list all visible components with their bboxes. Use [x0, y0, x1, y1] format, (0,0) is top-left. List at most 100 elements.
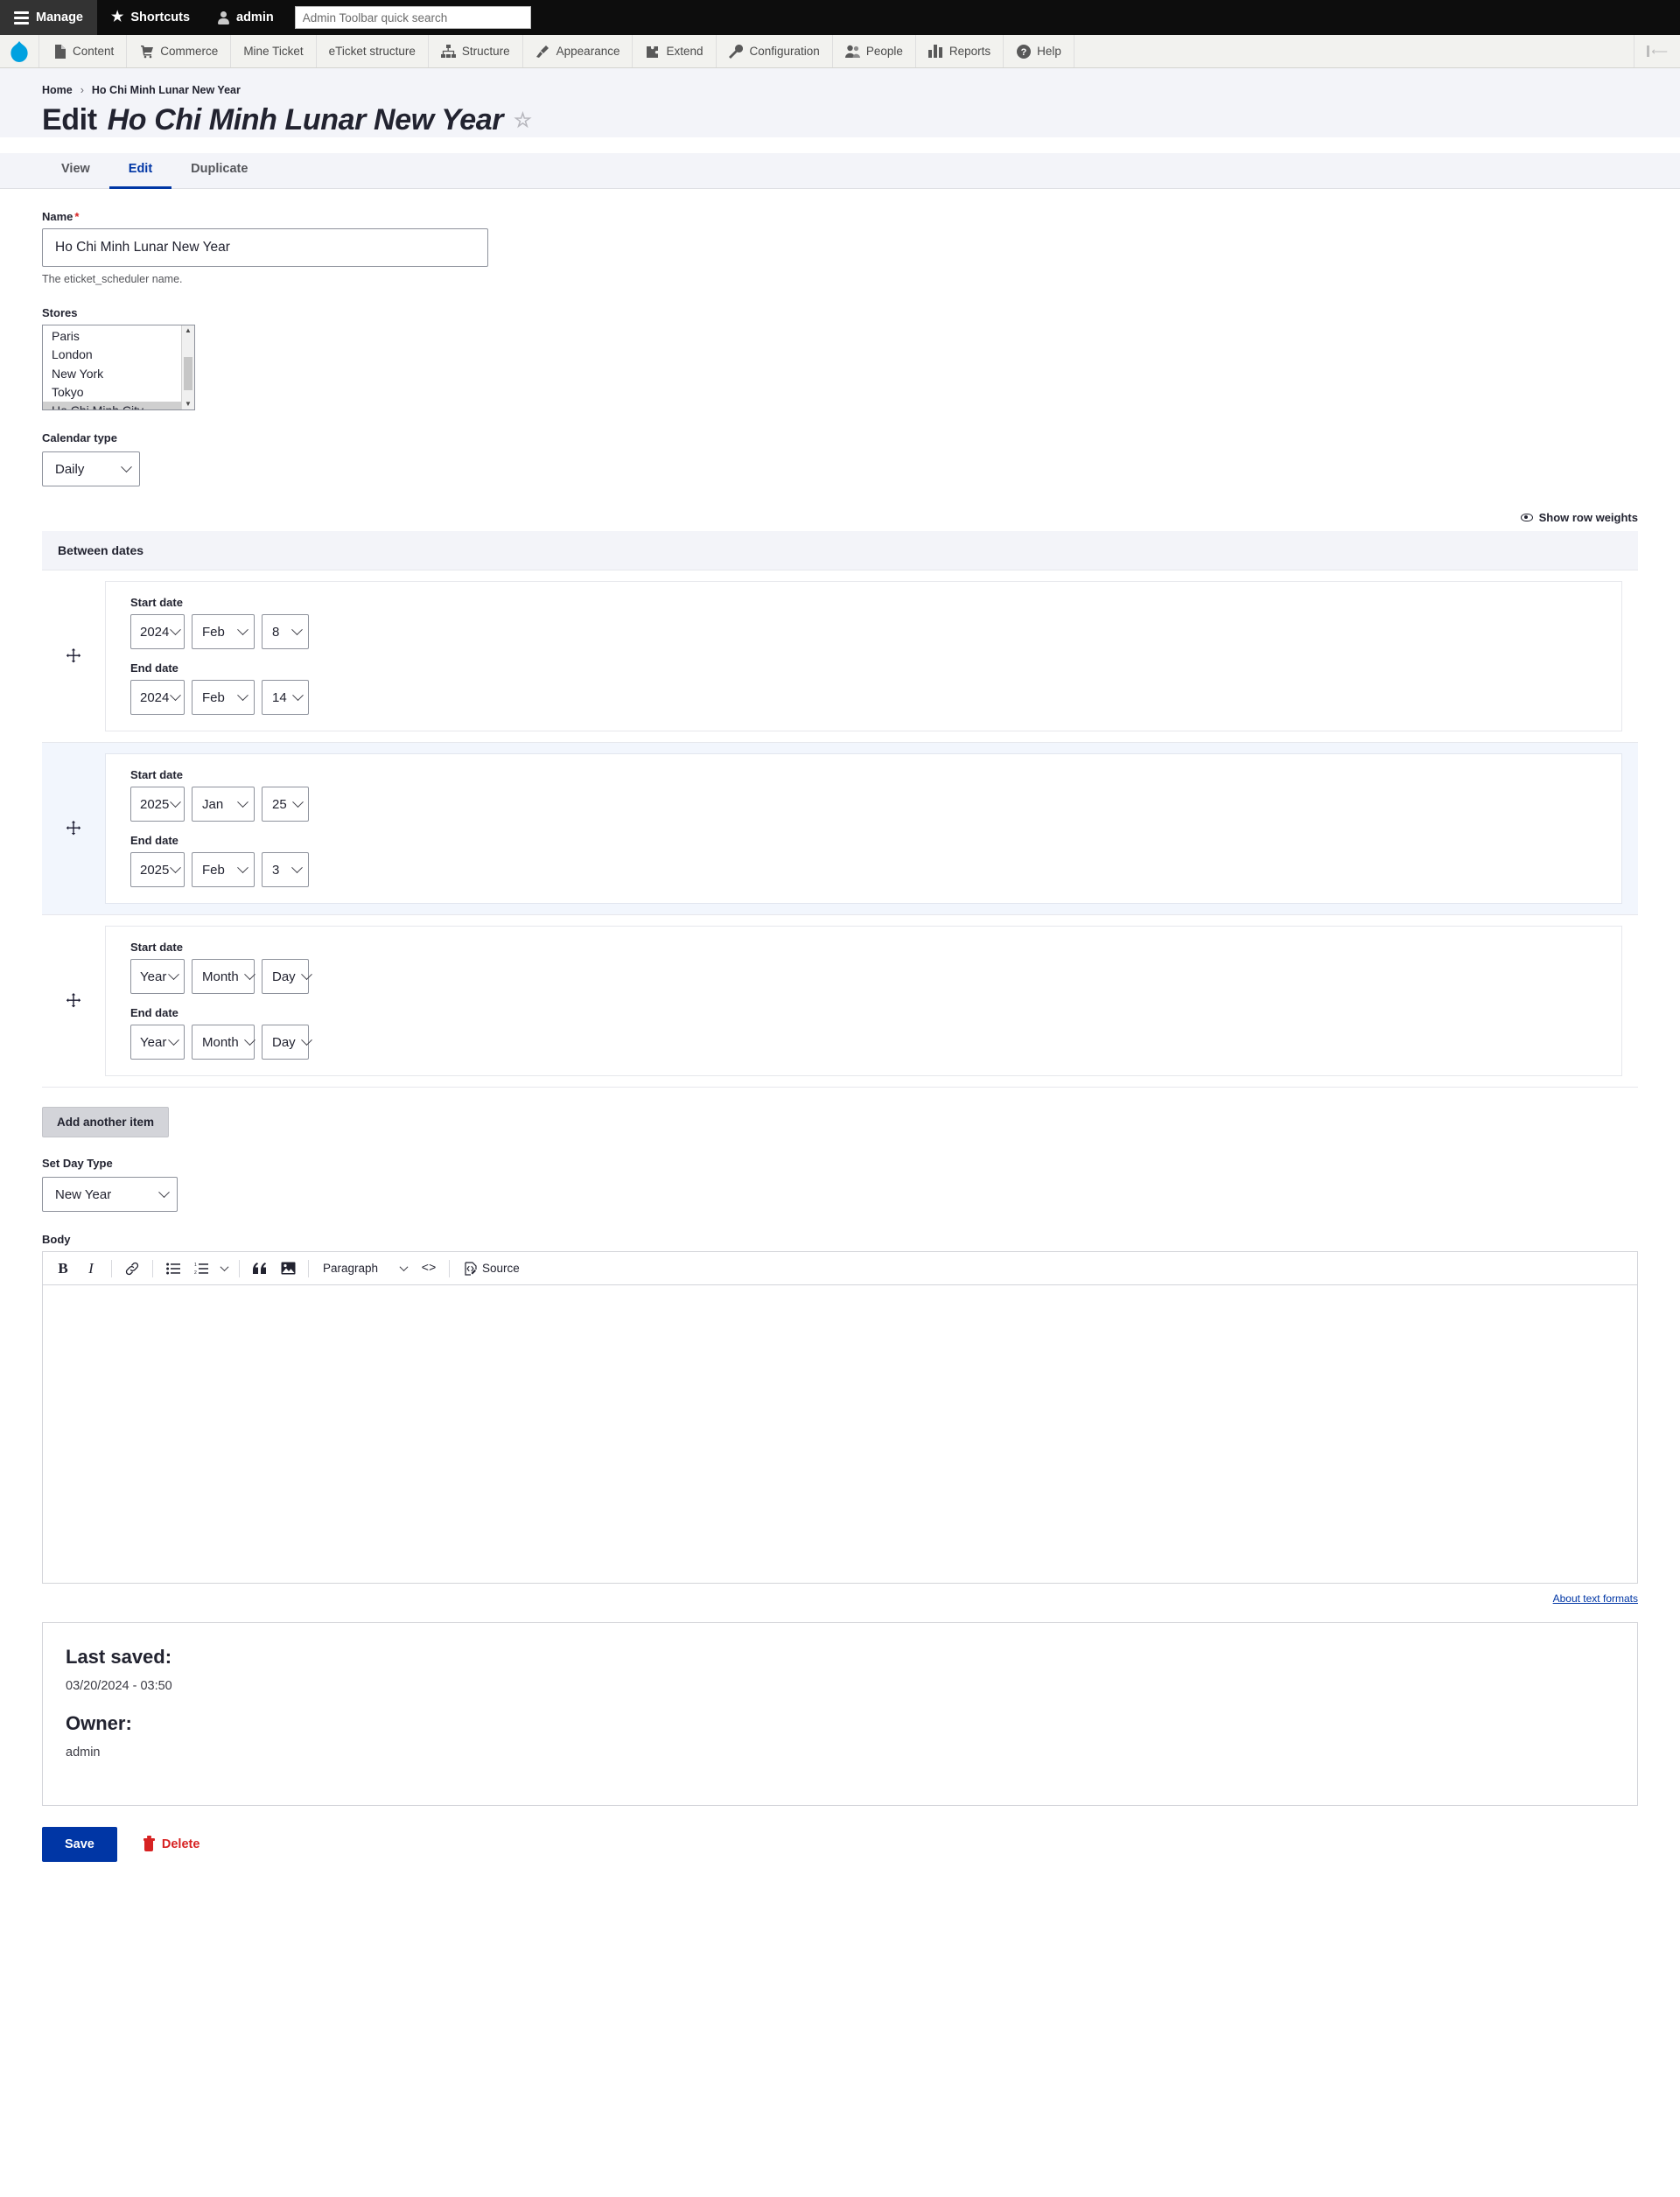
toolbar-divider — [449, 1259, 450, 1277]
end-date-group: 2025 Feb 3 — [130, 852, 1621, 887]
scroll-down-icon[interactable]: ▼ — [185, 399, 192, 409]
drupal-logo-link[interactable] — [0, 35, 39, 67]
breadcrumb-home-link[interactable]: Home — [42, 84, 73, 96]
list-options-chevron-down-icon[interactable] — [216, 1256, 232, 1281]
menu-item-structure[interactable]: Structure — [429, 35, 523, 67]
code-icon[interactable]: <> — [416, 1256, 442, 1281]
menu-item-mine-ticket[interactable]: Mine Ticket — [231, 35, 317, 67]
start-day-select[interactable]: 25 — [262, 787, 309, 822]
start-month-select[interactable]: Feb — [192, 614, 255, 649]
start-month-select[interactable]: Month — [192, 959, 256, 994]
drag-handle-icon[interactable] — [65, 992, 82, 1010]
table-row: Start date 2025 Jan 25 End date 2025 Feb… — [42, 743, 1638, 915]
tab-label: Duplicate — [191, 162, 248, 176]
stores-option-selected[interactable]: Ho Chi Minh City — [43, 402, 181, 409]
image-icon[interactable] — [275, 1256, 301, 1281]
end-year-select[interactable]: 2025 — [130, 852, 185, 887]
end-day-select[interactable]: Day — [262, 1025, 312, 1060]
menu-item-people[interactable]: People — [833, 35, 916, 67]
start-day-value: 25 — [272, 796, 287, 812]
save-button[interactable]: Save — [42, 1827, 117, 1862]
calendar-type-select[interactable]: Daily — [42, 451, 140, 486]
menu-item-reports[interactable]: Reports — [916, 35, 1004, 67]
end-year-value: 2024 — [140, 689, 170, 705]
toolbar-divider — [308, 1259, 309, 1277]
drag-cell[interactable] — [42, 743, 105, 914]
menu-item-extend[interactable]: Extend — [633, 35, 717, 67]
start-day-select[interactable]: 8 — [262, 614, 309, 649]
end-day-select[interactable]: 3 — [262, 852, 309, 887]
start-month-select[interactable]: Jan — [192, 787, 255, 822]
tab-view[interactable]: View — [42, 153, 109, 189]
source-button[interactable]: Source — [457, 1256, 527, 1281]
tab-edit[interactable]: Edit — [108, 153, 172, 189]
end-year-select[interactable]: 2024 — [130, 680, 185, 715]
row-weights-bar: Show row weights — [0, 486, 1680, 531]
tab-duplicate[interactable]: Duplicate — [172, 153, 267, 189]
drag-cell[interactable] — [42, 915, 105, 1087]
admin-quick-search-input[interactable] — [294, 6, 531, 29]
chevron-down-icon — [170, 795, 182, 808]
day-type-select[interactable]: New Year — [42, 1177, 178, 1212]
stores-option[interactable]: Paris — [43, 327, 181, 346]
chevron-down-icon — [237, 689, 248, 701]
end-year-select[interactable]: Year — [130, 1025, 185, 1060]
menu-item-eticket-structure[interactable]: eTicket structure — [317, 35, 429, 67]
end-month-select[interactable]: Feb — [192, 680, 255, 715]
italic-icon[interactable]: I — [78, 1256, 104, 1281]
stores-option[interactable]: London — [43, 346, 181, 364]
toolbar-shortcuts-button[interactable]: ★ Shortcuts — [97, 0, 204, 35]
menu-item-help[interactable]: ? Help — [1004, 35, 1074, 67]
show-row-weights-toggle[interactable]: Show row weights — [1520, 511, 1638, 524]
drag-handle-icon[interactable] — [65, 820, 82, 837]
menu-item-configuration[interactable]: Configuration — [717, 35, 833, 67]
body-editable-area[interactable] — [43, 1285, 1637, 1583]
paragraph-style-dropdown[interactable]: Paragraph — [316, 1256, 414, 1281]
add-another-item-button[interactable]: Add another item — [42, 1107, 170, 1137]
menu-item-content[interactable]: Content — [39, 35, 128, 67]
add-another-wrap: Add another item — [0, 1088, 1680, 1137]
favorite-star-icon[interactable]: ☆ — [514, 110, 532, 130]
menu-item-appearance[interactable]: Appearance — [523, 35, 634, 67]
blockquote-icon[interactable] — [247, 1256, 273, 1281]
question-icon: ? — [1016, 44, 1031, 59]
hamburger-icon — [14, 10, 29, 24]
scroll-up-icon[interactable]: ▲ — [185, 325, 192, 336]
breadcrumb: Home › Ho Chi Minh Lunar New Year — [42, 84, 1638, 101]
about-text-formats-link[interactable]: About text formats — [1553, 1592, 1638, 1605]
toolbar-user-button[interactable]: admin — [204, 0, 288, 35]
toolbar-user-label: admin — [236, 10, 274, 24]
chevron-down-icon — [237, 623, 248, 635]
toolbar-manage-label: Manage — [36, 10, 83, 24]
start-day-select[interactable]: Day — [262, 959, 312, 994]
name-input[interactable] — [42, 228, 488, 267]
scrollbar-thumb[interactable] — [184, 357, 192, 390]
admin-menu-bar: Content Commerce Mine Ticket eTicket str… — [0, 35, 1680, 68]
start-year-select[interactable]: 2024 — [130, 614, 185, 649]
drag-handle-icon[interactable] — [65, 647, 82, 665]
start-year-select[interactable]: 2025 — [130, 787, 185, 822]
toolbar-orientation-toggle[interactable]: ⟵ — [1634, 35, 1680, 67]
start-year-select[interactable]: Year — [130, 959, 185, 994]
delete-button[interactable]: Delete — [138, 1836, 206, 1852]
stores-multiselect[interactable]: Paris London New York Tokyo Ho Chi Minh … — [42, 325, 195, 410]
stores-option[interactable]: Tokyo — [43, 383, 181, 402]
chevron-down-icon — [300, 968, 312, 980]
stores-option[interactable]: New York — [43, 365, 181, 383]
stores-scrollbar[interactable]: ▲ ▼ — [181, 325, 194, 409]
breadcrumb-separator: › — [80, 84, 84, 96]
numbered-list-icon[interactable]: 12 — [188, 1256, 214, 1281]
drag-cell[interactable] — [42, 570, 105, 742]
end-day-value: Day — [272, 1034, 296, 1050]
link-icon[interactable] — [119, 1256, 145, 1281]
chevron-down-icon — [291, 689, 304, 701]
end-month-select[interactable]: Feb — [192, 852, 255, 887]
menu-item-commerce[interactable]: Commerce — [127, 35, 232, 67]
bold-icon[interactable]: B — [50, 1256, 76, 1281]
end-day-select[interactable]: 14 — [262, 680, 309, 715]
end-day-value: 3 — [272, 862, 280, 878]
bulleted-list-icon[interactable] — [160, 1256, 186, 1281]
end-month-select[interactable]: Month — [192, 1025, 256, 1060]
page-header: Home › Ho Chi Minh Lunar New Year Edit H… — [0, 68, 1680, 137]
toolbar-manage-button[interactable]: Manage — [0, 0, 97, 35]
